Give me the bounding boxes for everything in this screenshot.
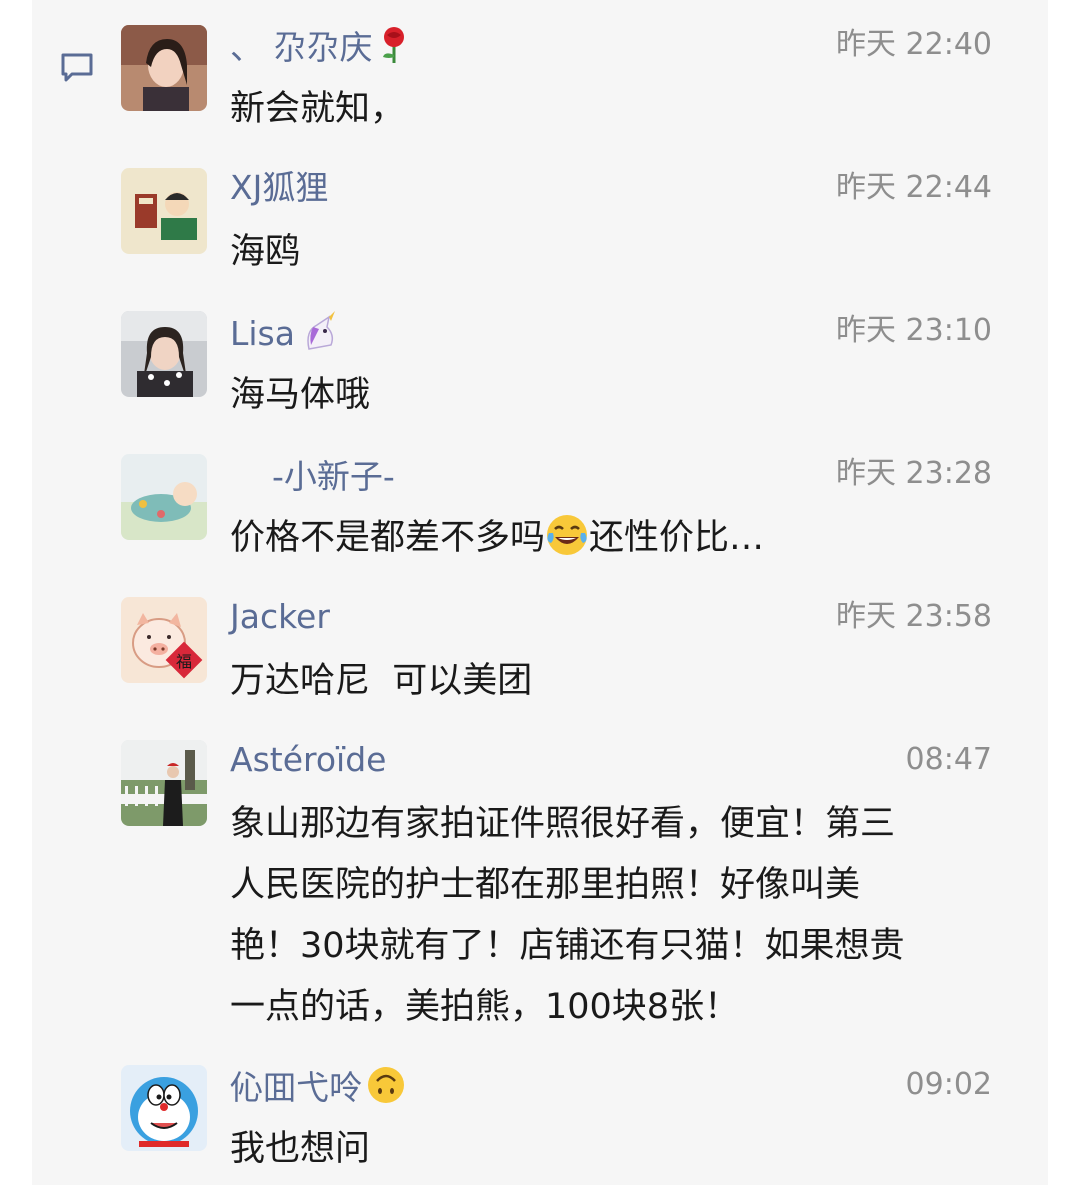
- comment-time: 08:47: [905, 742, 992, 777]
- comment-text: 象山那边有家拍证件照很好看，便宜！第三 人民医院的护士都在那里拍照！好像叫美 艳…: [230, 794, 1010, 1038]
- commenter-name[interactable]: -小新子-: [230, 454, 437, 496]
- comment-line: 象山那边有家拍证件照很好看，便宜！第三: [230, 804, 896, 844]
- comment-text: 价格不是都差不多吗 还性价比…: [230, 508, 1000, 577]
- comment-line: 人民医院的护士都在那里拍照！好像叫美: [230, 865, 861, 905]
- commenter-name[interactable]: 、 尕尕庆: [230, 25, 411, 67]
- fu-character: 福: [176, 652, 192, 671]
- commenter-name[interactable]: Lisa: [230, 311, 339, 353]
- comment-line: 一点的话，美拍熊，100块8张！: [230, 987, 740, 1027]
- woman-winter-avatar[interactable]: [121, 311, 207, 397]
- crescent-moon-emoji: [230, 454, 264, 503]
- pig-fu-avatar[interactable]: 福: [121, 597, 207, 683]
- comment-text: 海马体哦: [230, 375, 371, 415]
- unicorn-emoji: [299, 311, 339, 360]
- comment-time: 昨天 22:44: [836, 170, 992, 205]
- commenter-name[interactable]: Astéroïde: [230, 740, 386, 780]
- person-outdoor-avatar[interactable]: [121, 740, 207, 826]
- comment-text: 海鸥: [230, 232, 301, 272]
- woman-selfie-avatar[interactable]: [121, 25, 207, 111]
- cartoon-boy-avatar[interactable]: [121, 168, 207, 254]
- comment-text: 新会就知，: [230, 89, 406, 129]
- comment-icon[interactable]: [60, 50, 94, 84]
- comment-text: 万达哈尼 可以美团: [230, 661, 533, 701]
- commenter-name[interactable]: Jacker: [230, 597, 330, 637]
- comment-time: 09:02: [905, 1067, 992, 1102]
- commenter-name[interactable]: XJ狐狸: [230, 168, 328, 208]
- commenter-name[interactable]: 伈囬弋呤: [230, 1065, 406, 1107]
- comment-time: 昨天 22:40: [836, 27, 992, 62]
- doraemon-avatar[interactable]: [121, 1065, 207, 1151]
- tears-of-joy-emoji: [545, 513, 589, 577]
- cartoon-sleeping-avatar[interactable]: [121, 454, 207, 540]
- comment-time: 昨天 23:28: [836, 456, 992, 491]
- comment-time: 昨天 23:58: [836, 599, 992, 634]
- rose-emoji: [377, 25, 411, 74]
- comment-text: 我也想问: [230, 1129, 371, 1169]
- comment-time: 昨天 23:10: [836, 313, 992, 348]
- comment-line: 艳！30块就有了！店铺还有只猫！如果想贵: [230, 926, 905, 966]
- crescent-moon-emoji: [403, 454, 437, 503]
- upside-down-face-emoji: [366, 1065, 406, 1114]
